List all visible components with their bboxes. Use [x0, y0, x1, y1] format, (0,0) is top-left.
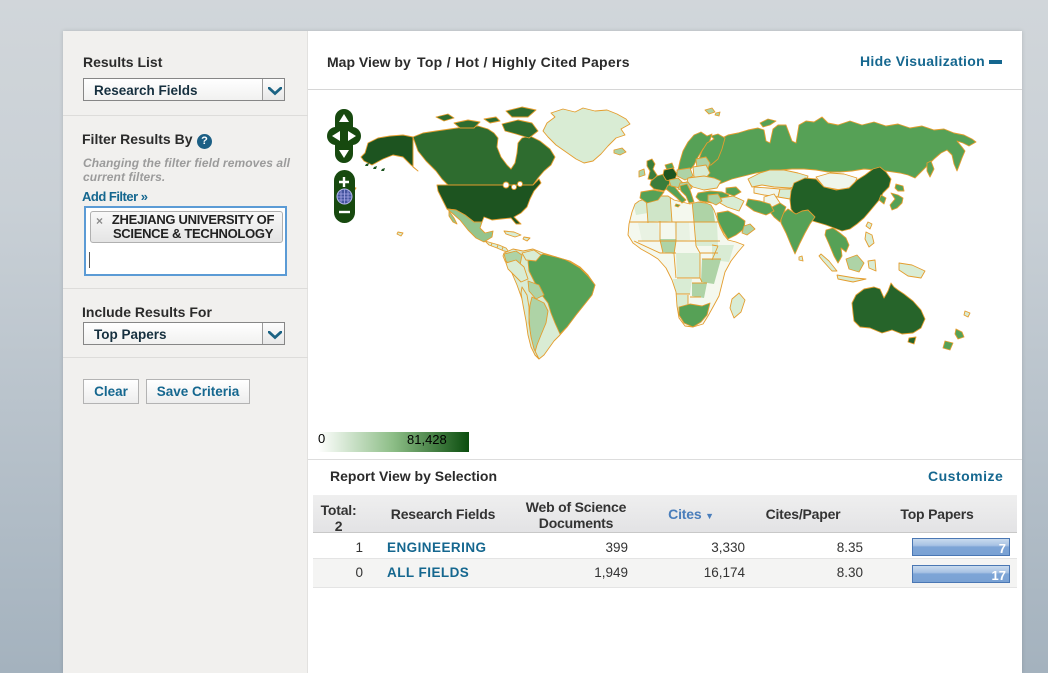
svg-text:81,428: 81,428	[407, 432, 447, 447]
svg-text:0: 0	[318, 431, 325, 446]
